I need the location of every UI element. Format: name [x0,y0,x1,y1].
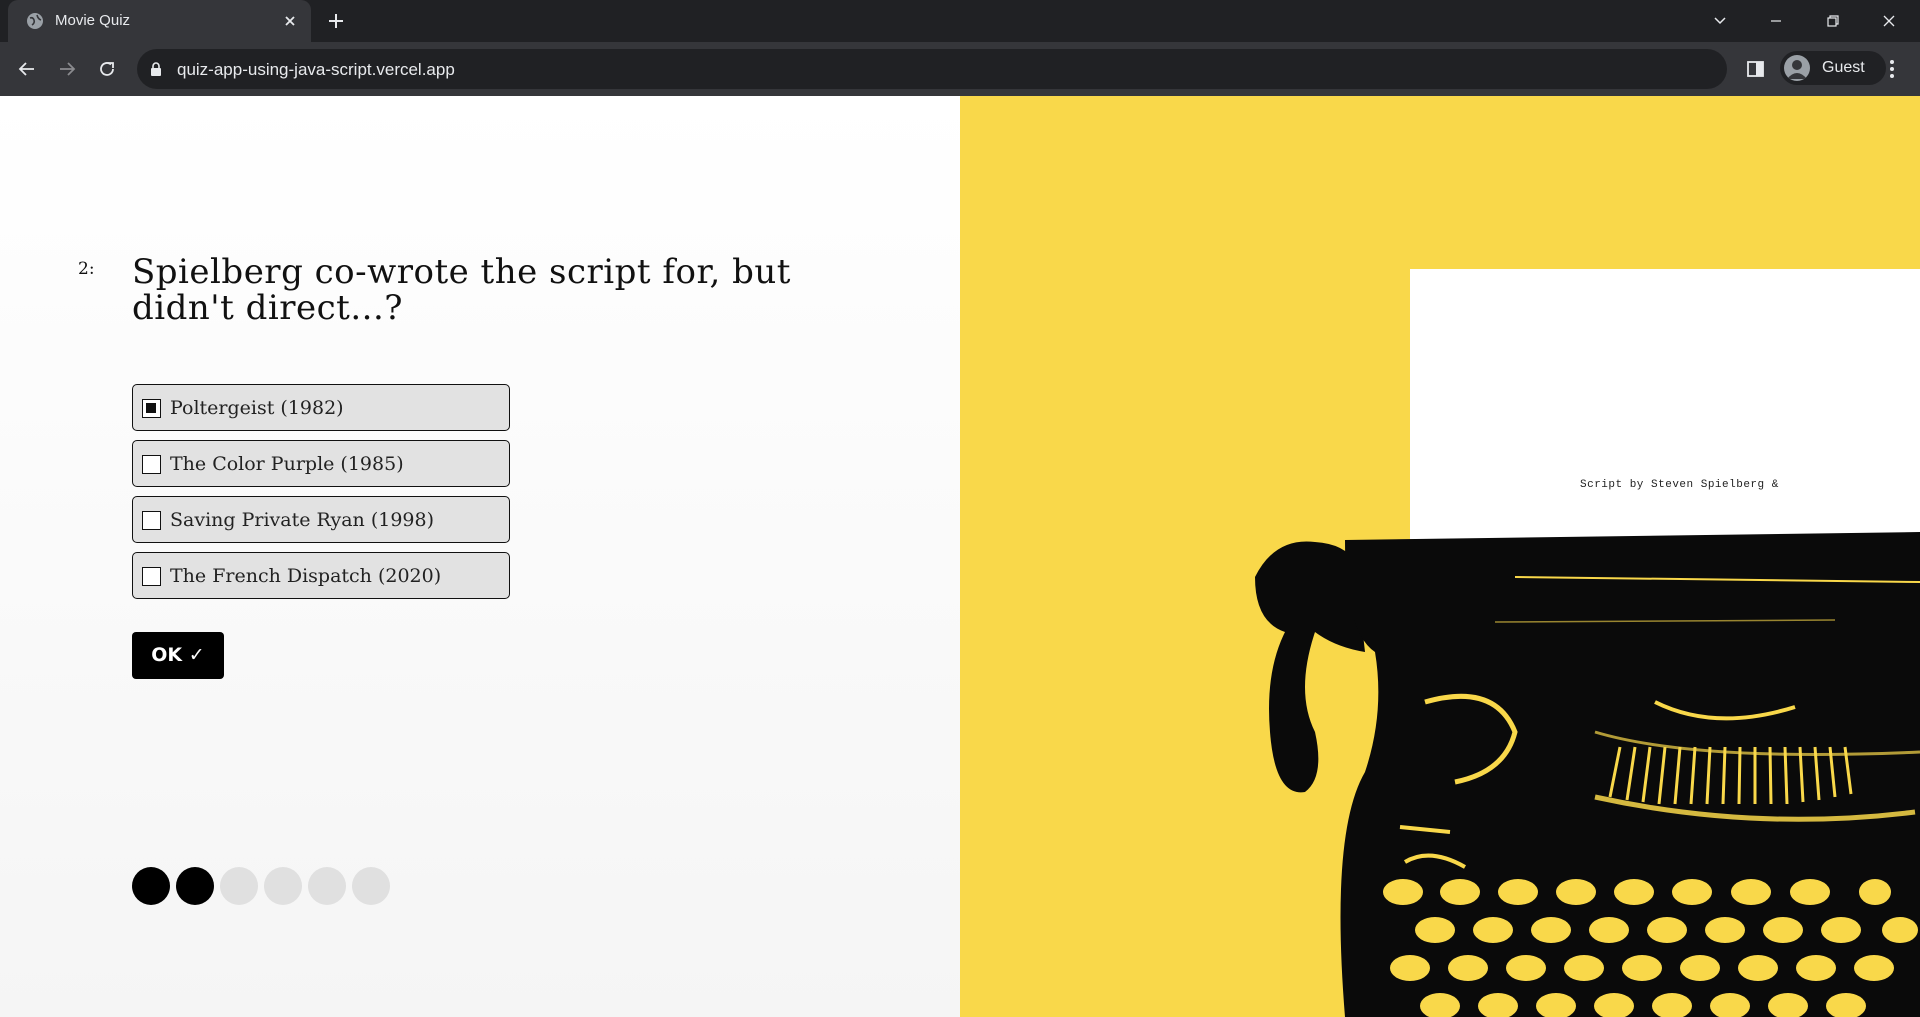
address-bar[interactable]: quiz-app-using-java-script.vercel.app [137,49,1727,89]
progress-dot [308,867,346,905]
kebab-menu-icon[interactable] [1884,57,1900,81]
avatar-icon [1784,55,1810,81]
lock-icon[interactable] [150,62,162,81]
url-text: quiz-app-using-java-script.vercel.app [177,60,455,79]
typewriter-paper: Script by Steven Spielberg & [1410,269,1920,539]
reload-icon[interactable] [92,54,122,84]
option-label: Saving Private Ryan (1998) [170,509,435,531]
close-window-icon[interactable] [1866,5,1912,37]
checkbox[interactable] [142,511,161,530]
checkbox[interactable] [142,455,161,474]
checkbox-checked[interactable] [142,399,161,418]
page-viewport: 2: Spielberg co-wrote the script for, bu… [0,96,1920,1017]
back-icon[interactable] [12,54,42,84]
option-label: The French Dispatch (2020) [170,565,442,587]
browser-toolbar: quiz-app-using-java-script.vercel.app [0,42,1920,96]
answer-options: Poltergeist (1982) The Color Purple (198… [132,384,510,608]
question-number: 2: [78,259,95,279]
tab-title: Movie Quiz [55,12,131,29]
option-label: The Color Purple (1985) [170,453,404,475]
side-panel-icon[interactable] [1745,58,1767,80]
progress-dot [352,867,390,905]
answer-option[interactable]: The French Dispatch (2020) [132,552,510,599]
profile-button[interactable]: Guest [1780,51,1886,85]
question-text: Spielberg co-wrote the script for, but d… [132,252,791,328]
browser-tab-strip: Movie Quiz [0,0,1920,42]
progress-dot-complete [132,867,170,905]
globe-icon [26,12,44,30]
answer-option[interactable]: Poltergeist (1982) [132,384,510,431]
close-tab-icon[interactable] [280,11,300,31]
option-label: Poltergeist (1982) [170,397,344,419]
ok-button[interactable]: OK ✓ [132,632,224,679]
profile-label: Guest [1822,59,1865,76]
answer-option[interactable]: The Color Purple (1985) [132,440,510,487]
restore-icon[interactable] [1810,5,1856,37]
new-tab-icon[interactable] [325,10,347,32]
minimize-icon[interactable] [1753,5,1799,37]
tab-search-icon[interactable] [1697,5,1743,37]
quiz-panel: 2: Spielberg co-wrote the script for, bu… [0,96,960,1017]
progress-dot-complete [176,867,214,905]
checkbox[interactable] [142,567,161,586]
progress-dot [264,867,302,905]
typewriter-illustration: Script by Steven Spielberg & [960,96,1920,1017]
forward-icon[interactable] [52,54,82,84]
answer-option[interactable]: Saving Private Ryan (1998) [132,496,510,543]
paper-text: Script by Steven Spielberg & [1580,479,1779,491]
progress-dot [220,867,258,905]
typewriter-icon [1255,532,1920,1017]
browser-tab[interactable]: Movie Quiz [8,0,311,42]
